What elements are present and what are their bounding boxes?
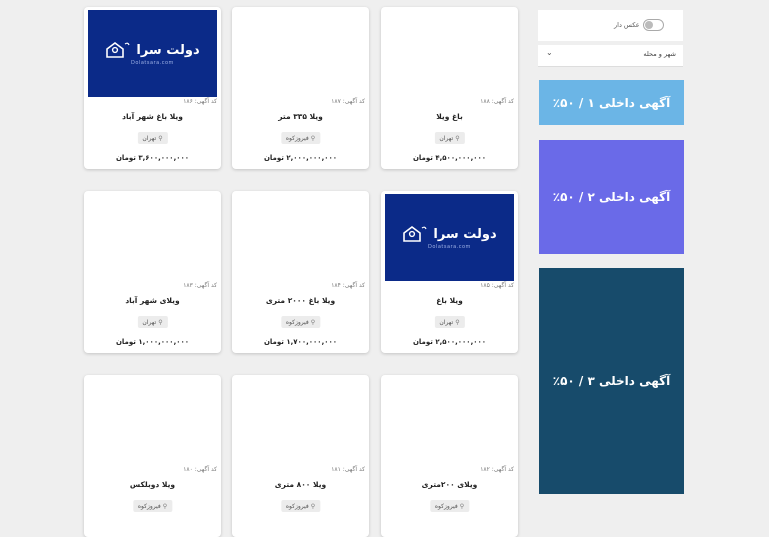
location-pin-icon: ⚲ (162, 502, 168, 510)
photo-filter-toggle[interactable] (643, 19, 664, 31)
listing-card[interactable]: کد آگهی: ۱۸۲ ویلای ۲۰۰متری ⚲ فیروزکوه (381, 375, 518, 537)
location-badge: ⚲ تهران (137, 132, 168, 144)
listing-code: کد آگهی: ۱۸۲ (480, 466, 514, 473)
internal-ad-banner-3[interactable]: آگهی داخلی ۳ / ۵۰٪ (539, 268, 684, 494)
location-badge: ⚲ فیروزکوه (429, 500, 470, 512)
photo-filter-label: عکس دار (614, 21, 640, 29)
listing-image[interactable] (236, 378, 365, 465)
location-badge: ⚲ تهران (434, 132, 465, 144)
listing-price: ۱,۷۰۰,۰۰۰,۰۰۰ تومان (263, 338, 338, 346)
listing-image[interactable] (88, 378, 217, 465)
location-pin-icon: ⚲ (158, 318, 163, 326)
listing-code: کد آگهی: ۱۸۷ (331, 98, 365, 105)
banner-3-text: آگهی داخلی ۳ / ۵۰٪ (552, 374, 671, 388)
listing-title[interactable]: ویلا باغ ۲۰۰۰ متری (232, 296, 369, 305)
brand-name: دولت سرا (136, 42, 200, 58)
listing-title[interactable]: باغ ویلا (381, 112, 518, 121)
listing-title[interactable]: ویلا باغ (381, 296, 518, 305)
location-badge: ⚲ تهران (434, 316, 465, 328)
listing-card[interactable]: دولت سرا Dolatsara.com کد آگهی: ۱۸۵ ویلا با… (381, 191, 518, 353)
location-pin-icon: ⚲ (158, 134, 163, 142)
listing-title[interactable]: ویلای ۲۰۰متری (381, 480, 518, 489)
listing-image[interactable] (236, 194, 365, 281)
location-text: تهران (439, 134, 454, 142)
listing-card[interactable]: کد آگهی: ۱۸۸ باغ ویلا ⚲ تهران ۴,۵۰۰,۰۰۰,۰۰۰ … (381, 7, 518, 169)
location-text: تهران (142, 318, 157, 326)
house-pin-icon (106, 42, 130, 58)
house-pin-icon (403, 226, 427, 242)
listing-image[interactable] (236, 10, 365, 97)
city-district-select[interactable]: شهر و محله ⌄ (538, 45, 683, 67)
listing-price: ۱,۰۰۰,۰۰۰,۰۰۰ تومان (115, 338, 190, 346)
listing-card[interactable]: کد آگهی: ۱۸۱ ویلا ۸۰۰ متری ⚲ فیروزکوه (232, 375, 369, 537)
location-text: فیروزکوه (434, 502, 458, 510)
location-badge: ⚲ فیروزکوه (280, 500, 321, 512)
listing-image-logo[interactable]: دولت سرا Dolatsara.com (385, 194, 514, 281)
location-pin-icon: ⚲ (310, 318, 316, 326)
chevron-down-icon: ⌄ (546, 48, 553, 57)
banner-2-text: آگهی داخلی ۲ / ۵۰٪ (552, 190, 671, 204)
location-pin-icon: ⚲ (310, 502, 316, 510)
listing-card[interactable]: کد آگهی: ۱۸۳ ویلای شهر آباد ⚲ تهران ۱,۰۰۰,۰۰… (84, 191, 221, 353)
photo-filter-box: عکس دار (538, 10, 683, 41)
listing-image[interactable] (385, 378, 514, 465)
brand-logo: دولت سرا Dolatsara.com (88, 10, 217, 97)
listing-card[interactable]: دولت سرا Dolatsara.com کد آگهی: ۱۸۶ ویلا با… (84, 7, 221, 169)
toggle-knob (645, 21, 653, 29)
listing-code: کد آگهی: ۱۸۵ (480, 282, 514, 289)
location-text: فیروزکوه (137, 502, 161, 510)
location-badge: ⚲ فیروزکوه (280, 132, 321, 144)
location-text: تهران (142, 134, 157, 142)
location-text: فیروزکوه (285, 134, 309, 142)
listing-code: کد آگهی: ۱۸۸ (480, 98, 514, 105)
location-pin-icon: ⚲ (459, 502, 465, 510)
location-text: فیروزکوه (285, 502, 309, 510)
banner-1-text: آگهی داخلی ۱ / ۵۰٪ (552, 95, 671, 110)
city-district-value: شهر و محله (643, 50, 676, 58)
listing-card[interactable]: کد آگهی: ۱۸۷ ویلا ۳۳۵ متر ⚲ فیروزکوه ۲,۰۰۰,۰… (232, 7, 369, 169)
listing-code: کد آگهی: ۱۸۳ (183, 282, 217, 289)
listing-title[interactable]: ویلا ۳۳۵ متر (232, 112, 369, 121)
listing-code: کد آگهی: ۱۸۱ (331, 466, 365, 473)
listing-title[interactable]: ویلا ۸۰۰ متری (232, 480, 369, 489)
location-badge: ⚲ تهران (137, 316, 168, 328)
listing-title[interactable]: ویلا دوبلکس (84, 480, 221, 489)
listing-code: کد آگهی: ۱۸۴ (331, 282, 365, 289)
listing-code: کد آگهی: ۱۸۶ (183, 98, 217, 105)
listing-price: ۲,۵۰۰,۰۰۰,۰۰۰ تومان (412, 338, 487, 346)
listing-image[interactable] (385, 10, 514, 97)
location-text: تهران (439, 318, 454, 326)
location-badge: ⚲ فیروزکوه (132, 500, 173, 512)
listing-price: ۴,۵۰۰,۰۰۰,۰۰۰ تومان (412, 154, 487, 162)
listing-title[interactable]: ویلا باغ شهر آباد (84, 112, 221, 121)
internal-ad-banner-1[interactable]: آگهی داخلی ۱ / ۵۰٪ (539, 80, 684, 125)
brand-url: Dolatsara.com (131, 60, 174, 66)
listing-price: ۲,۰۰۰,۰۰۰,۰۰۰ تومان (263, 154, 338, 162)
listing-price: ۳,۶۰۰,۰۰۰,۰۰۰ تومان (115, 154, 190, 162)
listing-title[interactable]: ویلای شهر آباد (84, 296, 221, 305)
location-pin-icon: ⚲ (455, 134, 460, 142)
brand-logo: دولت سرا Dolatsara.com (385, 194, 514, 281)
listing-card[interactable]: کد آگهی: ۱۸۴ ویلا باغ ۲۰۰۰ متری ⚲ فیروزکوه ۱… (232, 191, 369, 353)
listing-image-logo[interactable]: دولت سرا Dolatsara.com (88, 10, 217, 97)
listing-card[interactable]: کد آگهی: ۱۸۰ ویلا دوبلکس ⚲ فیروزکوه (84, 375, 221, 537)
brand-name: دولت سرا (433, 226, 497, 242)
listing-code: کد آگهی: ۱۸۰ (183, 466, 217, 473)
internal-ad-banner-2[interactable]: آگهی داخلی ۲ / ۵۰٪ (539, 140, 684, 254)
brand-url: Dolatsara.com (428, 244, 471, 250)
location-pin-icon: ⚲ (310, 134, 316, 142)
listing-image[interactable] (88, 194, 217, 281)
location-text: فیروزکوه (285, 318, 309, 326)
location-pin-icon: ⚲ (455, 318, 460, 326)
location-badge: ⚲ فیروزکوه (280, 316, 321, 328)
